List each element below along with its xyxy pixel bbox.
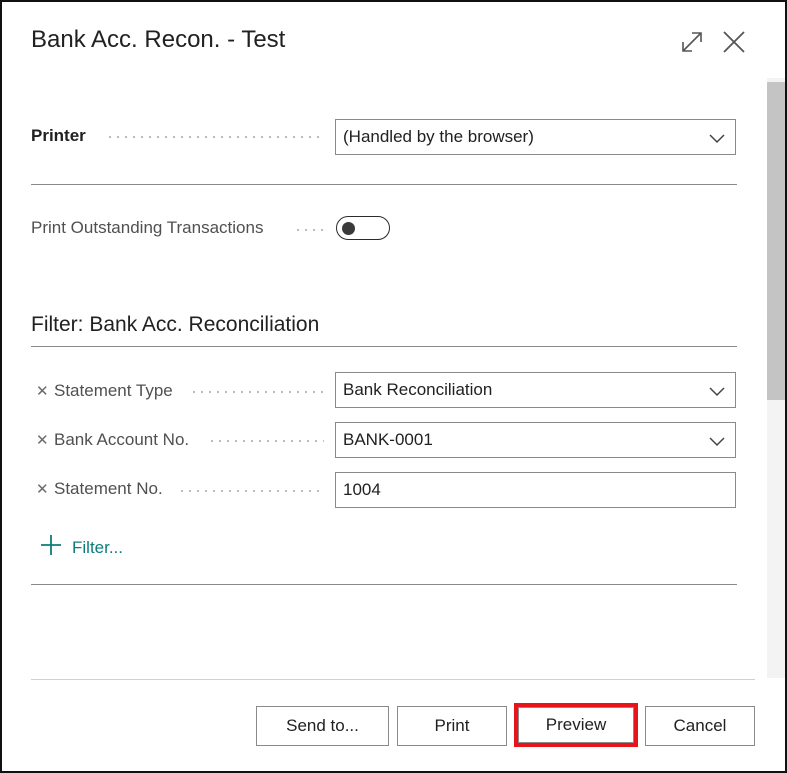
send-to-button[interactable]: Send to...	[256, 706, 389, 746]
bank-account-no-value: BANK-0001	[343, 430, 433, 449]
dialog-title: Bank Acc. Recon. - Test	[31, 26, 286, 53]
print-button[interactable]: Print	[397, 706, 507, 746]
statement-no-value: 1004	[343, 480, 381, 499]
cancel-button[interactable]: Cancel	[645, 706, 755, 746]
add-filter-label: Filter...	[72, 537, 124, 557]
printer-dots	[106, 136, 324, 138]
filter-dots	[208, 440, 324, 442]
expand-icon[interactable]	[678, 28, 706, 56]
remove-filter-icon[interactable]: ✕	[36, 382, 50, 400]
printer-value: (Handled by the browser)	[343, 127, 534, 146]
chevron-down-icon	[709, 433, 725, 447]
filter-row-bank-account-no: ✕ Bank Account No.	[36, 430, 189, 450]
filter-dots	[190, 391, 324, 393]
print-outstanding-toggle[interactable]	[336, 216, 390, 240]
chevron-down-icon	[709, 383, 725, 397]
filter-divider	[31, 346, 737, 347]
add-filter-link[interactable]: Filter...	[40, 534, 123, 561]
filter-section-title: Filter: Bank Acc. Reconciliation	[31, 313, 320, 336]
print-outstanding-label: Print Outstanding Transactions	[31, 218, 264, 237]
close-icon[interactable]	[720, 28, 748, 56]
filter-label: Bank Account No.	[54, 430, 190, 449]
footer-divider	[31, 679, 755, 680]
statement-type-select[interactable]: Bank Reconciliation	[335, 372, 736, 408]
filter-row-statement-no: ✕ Statement No.	[36, 479, 163, 499]
remove-filter-icon[interactable]: ✕	[36, 480, 50, 498]
toggle-knob	[342, 221, 355, 235]
plus-icon	[40, 534, 62, 561]
options-divider	[31, 184, 737, 185]
printer-select[interactable]: (Handled by the browser)	[335, 119, 736, 155]
printer-label: Printer	[31, 126, 86, 145]
chevron-down-icon	[709, 130, 725, 144]
filter-dots	[178, 490, 324, 492]
filter-label: Statement No.	[54, 479, 163, 498]
statement-no-input[interactable]: 1004	[335, 472, 736, 508]
bank-account-no-select[interactable]: BANK-0001	[335, 422, 736, 458]
filter-row-statement-type: ✕ Statement Type	[36, 381, 173, 401]
scrollbar-thumb[interactable]	[767, 82, 785, 400]
filter-label: Statement Type	[54, 381, 173, 400]
remove-filter-icon[interactable]: ✕	[36, 431, 50, 449]
print-outstanding-dots	[294, 229, 324, 231]
filter-end-divider	[31, 584, 737, 585]
statement-type-value: Bank Reconciliation	[343, 380, 493, 399]
preview-button[interactable]: Preview	[518, 707, 634, 743]
report-request-dialog: Bank Acc. Recon. - Test Printer (Handled…	[0, 0, 787, 773]
